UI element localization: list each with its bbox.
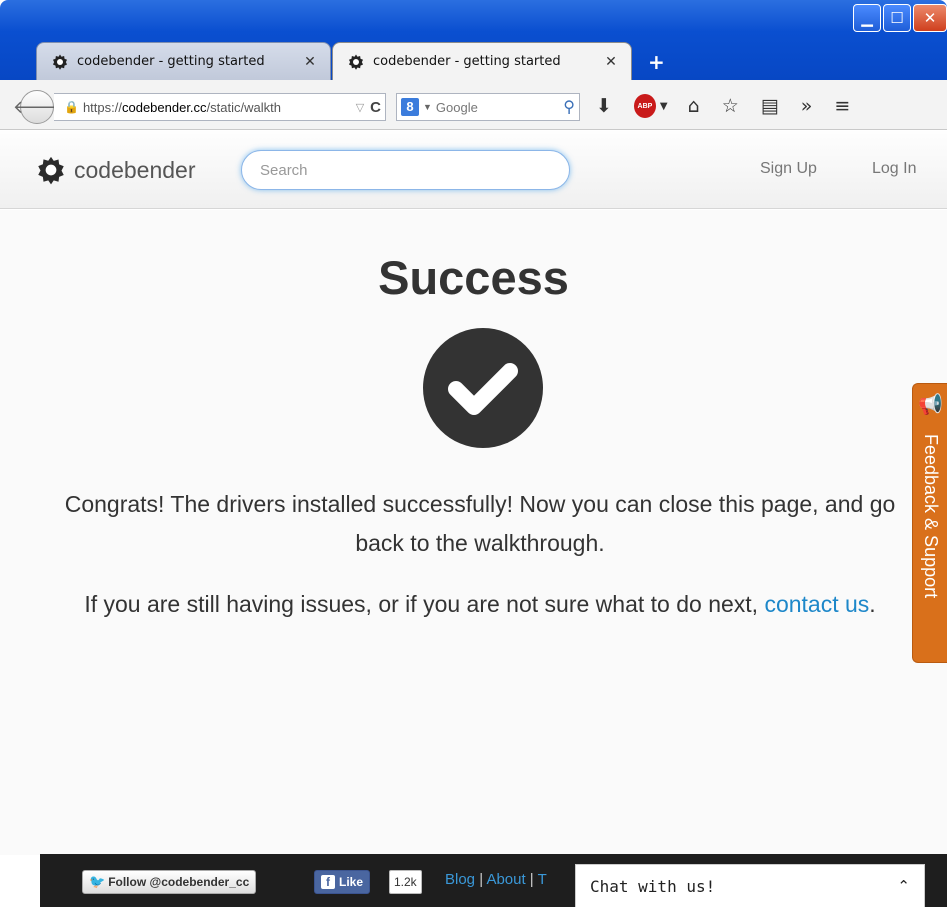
overflow-chevron-icon[interactable]: » — [801, 94, 813, 118]
log-in-link[interactable]: Log In — [872, 160, 916, 178]
lock-icon: 🔒 — [64, 100, 79, 114]
bookmarks-list-icon[interactable]: ▤ — [761, 94, 779, 118]
maximize-button[interactable]: ☐ — [883, 4, 911, 32]
site-search-input[interactable] — [241, 150, 570, 190]
success-message: Congrats! The drivers installed successf… — [64, 491, 896, 556]
minimize-button[interactable]: ▁ — [853, 4, 881, 32]
twitter-follow-button[interactable]: 🐦 Follow @codebender_cc — [82, 870, 257, 894]
logo-text: codebender — [74, 156, 196, 183]
tab-title: codebender - getting started — [77, 54, 265, 69]
url-dropdown-icon[interactable]: ▽ — [356, 101, 364, 114]
url-text: https://codebender.cc/static/walkth — [82, 99, 281, 115]
footer-link-about[interactable]: About — [486, 871, 525, 888]
footer-link-t[interactable]: T — [538, 871, 547, 888]
magnifier-icon[interactable]: ⚲ — [563, 97, 575, 117]
tab-close-icon[interactable]: ✕ — [603, 54, 619, 70]
close-window-button[interactable]: ✕ — [913, 4, 947, 32]
tab-getting-started-2[interactable]: codebender - getting started ✕ — [332, 42, 632, 80]
feedback-support-tab[interactable]: 📢 Feedback & Support — [912, 383, 947, 663]
codebender-gear-icon — [38, 156, 64, 185]
site-logo[interactable]: codebender — [36, 155, 196, 185]
twitter-bird-icon: 🐦 — [89, 874, 106, 889]
toolbar-icons: ⬇ ABP ▼ ⌂ ☆ ▤ » ≡ — [596, 94, 872, 118]
facebook-like-count: 1.2k — [389, 870, 422, 894]
page-title: Success — [378, 251, 569, 304]
reload-icon[interactable]: C — [370, 99, 381, 116]
sign-up-link[interactable]: Sign Up — [760, 160, 817, 178]
site-header: codebender Sign Up Log In — [0, 131, 947, 209]
adblock-icon[interactable]: ABP — [633, 94, 656, 118]
tab-title: codebender - getting started — [373, 54, 561, 69]
codebender-gear-icon — [52, 54, 68, 70]
feedback-label: Feedback & Support — [921, 434, 941, 599]
chat-label: Chat with us! — [590, 876, 716, 896]
tab-getting-started-1[interactable]: codebender - getting started ✕ — [36, 42, 331, 80]
home-icon[interactable]: ⌂ — [688, 94, 700, 118]
main-content: Success Congrats! The drivers installed … — [0, 210, 947, 855]
google-search-icon[interactable]: 8 — [401, 98, 419, 116]
browser-search-bar[interactable]: 8 ▼ Google ⚲ — [396, 93, 580, 121]
contact-us-link[interactable]: contact us — [764, 591, 869, 617]
new-tab-button[interactable]: + — [648, 50, 665, 74]
tab-close-icon[interactable]: ✕ — [302, 54, 318, 70]
help-message: If you are still having issues, or if yo… — [84, 591, 876, 617]
window-controls: ▁ ☐ ✕ — [853, 4, 947, 32]
tab-strip: codebender - getting started ✕ codebende… — [14, 36, 834, 80]
menu-icon[interactable]: ≡ — [834, 94, 850, 118]
bookmark-star-icon[interactable]: ☆ — [722, 94, 739, 118]
window-titlebar: ▁ ☐ ✕ codebender - getting started ✕ cod… — [0, 0, 947, 80]
chat-widget[interactable]: Chat with us! ⌃ — [575, 864, 925, 907]
back-button[interactable]: 🡐 — [13, 90, 61, 124]
download-icon[interactable]: ⬇ — [596, 94, 612, 118]
url-bar[interactable]: 🔒 https://codebender.cc/static/walkth ▽ … — [54, 93, 386, 121]
facebook-like-button[interactable]: f Like — [314, 870, 371, 894]
success-check-icon — [423, 328, 543, 448]
browser-navbar: 🡐 🔒 https://codebender.cc/static/walkth … — [0, 80, 947, 130]
chevron-up-icon[interactable]: ⌃ — [897, 877, 910, 895]
facebook-icon: f — [321, 875, 335, 889]
adblock-dropdown-icon[interactable]: ▼ — [660, 94, 668, 118]
footer-links: Blog | About | T — [445, 871, 547, 888]
codebender-gear-icon — [348, 54, 364, 70]
search-engine-placeholder: Google — [435, 99, 478, 115]
engine-dropdown-icon[interactable]: ▼ — [423, 102, 432, 112]
footer-link-blog[interactable]: Blog — [445, 871, 475, 888]
megaphone-icon: 📢 — [918, 392, 943, 416]
